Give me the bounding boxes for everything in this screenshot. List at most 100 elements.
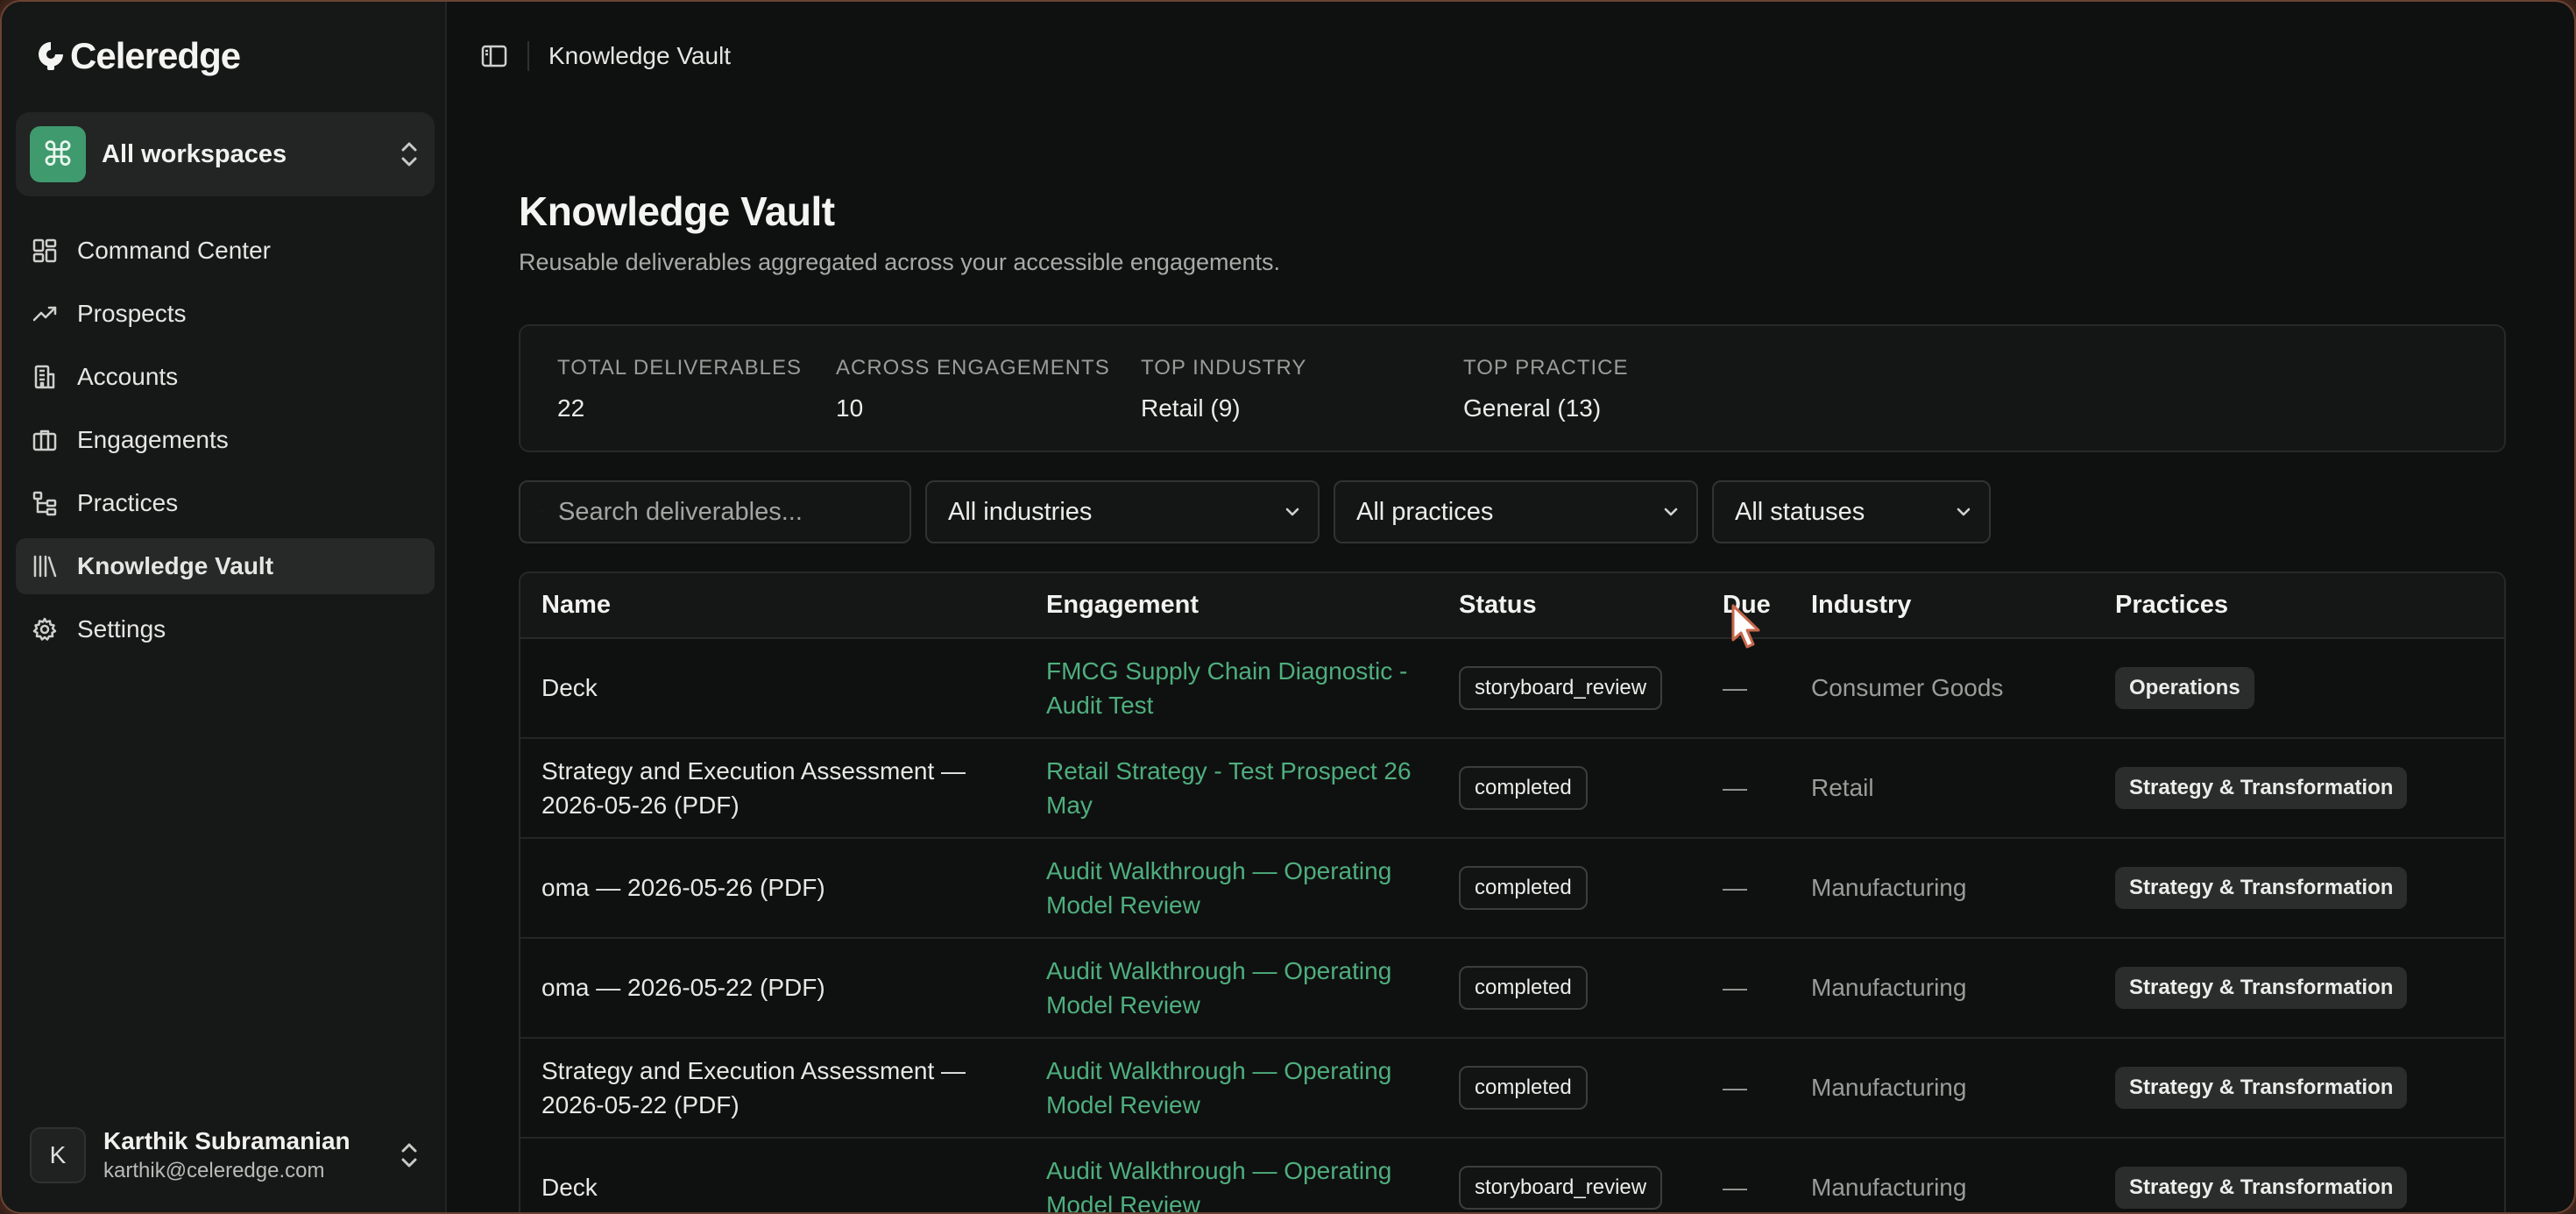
sidebar-item-label: Prospects <box>77 300 187 327</box>
table-row[interactable]: Deck Audit Walkthrough — Operating Model… <box>520 1138 2504 1212</box>
celeredge-logo-icon <box>39 42 63 70</box>
engagement-link[interactable]: Audit Walkthrough — Operating Model Revi… <box>1025 838 1438 939</box>
practice-tag: Strategy & Transformation <box>2115 967 2408 1009</box>
user-name: Karthik Subramanian <box>103 1127 350 1154</box>
practice-tag: Operations <box>2115 667 2254 709</box>
stat-label: Across engagements <box>836 356 1110 380</box>
cell-industry: Manufacturing <box>1790 938 2094 1039</box>
sidebar-item-prospects[interactable]: Prospects <box>16 286 435 342</box>
search-input[interactable] <box>558 497 888 527</box>
cell-name: Strategy and Execution Assessment — 2026… <box>520 1038 1025 1139</box>
chevron-down-icon <box>1285 508 1299 516</box>
table-row[interactable]: Deck FMCG Supply Chain Diagnostic - Audi… <box>520 638 2504 739</box>
engagement-link[interactable]: FMCG Supply Chain Diagnostic - Audit Tes… <box>1025 638 1438 739</box>
table-row[interactable]: oma — 2026-05-22 (PDF) Audit Walkthrough… <box>520 938 2504 1039</box>
stat-value: 10 <box>836 394 864 422</box>
search-icon <box>541 511 542 513</box>
table-row[interactable]: oma — 2026-05-26 (PDF) Audit Walkthrough… <box>520 838 2504 939</box>
mouse-cursor-icon <box>1731 604 1760 649</box>
cell-name: oma — 2026-05-26 (PDF) <box>520 838 1025 939</box>
table-row[interactable]: Strategy and Execution Assessment — 2026… <box>520 1038 2504 1139</box>
cell-due: — <box>1702 938 1790 1039</box>
cell-practices: Operations <box>2094 638 2504 739</box>
industry-select[interactable]: All industries <box>925 480 1320 543</box>
brand-logo[interactable]: Celeredge <box>35 35 241 77</box>
sidebar-item-command-center[interactable]: Command Center <box>16 223 435 279</box>
cell-practices: Strategy & Transformation <box>2094 1138 2504 1212</box>
filter-bar: All industries All practices All statuse… <box>519 480 1991 543</box>
practice-tag: Strategy & Transformation <box>2115 867 2408 909</box>
status-badge: completed <box>1459 1066 1588 1110</box>
trending-up-icon <box>32 306 57 322</box>
sidebar-item-label: Engagements <box>77 426 229 453</box>
avatar: K <box>30 1127 86 1183</box>
briefcase-icon <box>32 430 57 451</box>
stat-value: Retail (9) <box>1141 394 1241 422</box>
cell-industry: Manufacturing <box>1790 838 2094 939</box>
user-menu[interactable]: K Karthik Subramanian karthik@celeredge.… <box>16 1112 435 1198</box>
sidebar-item-accounts[interactable]: Accounts <box>16 349 435 405</box>
stat-value: General (13) <box>1463 394 1602 422</box>
cell-due: — <box>1702 838 1790 939</box>
cell-name: Strategy and Execution Assessment — 2026… <box>520 738 1025 839</box>
page-subtitle: Reusable deliverables aggregated across … <box>519 249 1281 275</box>
sidebar-item-label: Practices <box>77 489 179 516</box>
cell-status: completed <box>1438 938 1702 1039</box>
page-title: Knowledge Vault <box>519 188 835 234</box>
stat-top-practice: Top practice General (13) <box>1463 356 1628 422</box>
status-badge: storyboard_review <box>1459 666 1663 710</box>
stat-value: 22 <box>557 394 585 422</box>
column-header-name[interactable]: Name <box>520 573 1025 639</box>
cell-practices: Strategy & Transformation <box>2094 938 2504 1039</box>
cell-status: completed <box>1438 1038 1702 1139</box>
cell-industry: Retail <box>1790 738 2094 839</box>
sidebar-item-label: Command Center <box>77 237 271 264</box>
app-window: Celeredge ⌘ All workspaces Command Cente… <box>2 2 2574 1212</box>
sidebar-item-knowledge-vault[interactable]: Knowledge Vault <box>16 538 435 594</box>
column-header-industry[interactable]: Industry <box>1790 573 2094 639</box>
chevron-down-icon <box>1957 508 1971 516</box>
practice-select[interactable]: All practices <box>1334 480 1698 543</box>
engagement-link[interactable]: Audit Walkthrough — Operating Model Revi… <box>1025 938 1438 1039</box>
cell-status: completed <box>1438 838 1702 939</box>
stat-top-industry: Top industry Retail (9) <box>1141 356 1306 422</box>
select-value: All practices <box>1356 497 1494 526</box>
cell-status: completed <box>1438 738 1702 839</box>
stat-label: Top practice <box>1463 356 1629 380</box>
breadcrumb: Knowledge Vault <box>548 42 732 69</box>
status-select[interactable]: All statuses <box>1712 480 1991 543</box>
sidebar-toggle-icon[interactable] <box>480 42 508 70</box>
stat-across-engagements: Across engagements 10 <box>836 356 1110 422</box>
engagement-link[interactable]: Retail Strategy - Test Prospect 26 May <box>1025 738 1438 839</box>
user-email: karthik@celeredge.com <box>103 1159 325 1182</box>
column-header-practices[interactable]: Practices <box>2094 573 2504 639</box>
workspace-label: All workspaces <box>102 139 287 168</box>
cell-name: Deck <box>520 1138 1025 1212</box>
cell-practices: Strategy & Transformation <box>2094 838 2504 939</box>
cell-due: — <box>1702 638 1790 739</box>
column-header-status[interactable]: Status <box>1438 573 1702 639</box>
chevrons-up-down-icon <box>401 142 417 167</box>
stat-label: Total deliverables <box>557 356 802 380</box>
cell-industry: Manufacturing <box>1790 1138 2094 1212</box>
cell-name: Deck <box>520 638 1025 739</box>
table-row[interactable]: Strategy and Execution Assessment — 2026… <box>520 738 2504 839</box>
workspace-switcher[interactable]: ⌘ All workspaces <box>16 112 435 196</box>
main-content: Knowledge Vault Knowledge Vault Reusable… <box>447 2 2574 1212</box>
cell-status: storyboard_review <box>1438 638 1702 739</box>
sidebar: Celeredge ⌘ All workspaces Command Cente… <box>2 2 447 1212</box>
stat-label: Top industry <box>1141 356 1307 380</box>
column-header-engagement[interactable]: Engagement <box>1025 573 1438 639</box>
cell-industry: Manufacturing <box>1790 1038 2094 1139</box>
sidebar-item-practices[interactable]: Practices <box>16 475 435 531</box>
cell-practices: Strategy & Transformation <box>2094 1038 2504 1139</box>
search-box[interactable] <box>519 480 911 543</box>
engagement-link[interactable]: Audit Walkthrough — Operating Model Revi… <box>1025 1038 1438 1139</box>
table-header-row: Name Engagement Status Due Industry Prac… <box>520 573 2504 639</box>
sidebar-item-settings[interactable]: Settings <box>16 601 435 657</box>
engagement-link[interactable]: Audit Walkthrough — Operating Model Revi… <box>1025 1138 1438 1212</box>
sidebar-item-engagements[interactable]: Engagements <box>16 412 435 468</box>
practice-tag: Strategy & Transformation <box>2115 1167 2408 1209</box>
status-badge: completed <box>1459 766 1588 810</box>
status-badge: storyboard_review <box>1459 1166 1663 1210</box>
